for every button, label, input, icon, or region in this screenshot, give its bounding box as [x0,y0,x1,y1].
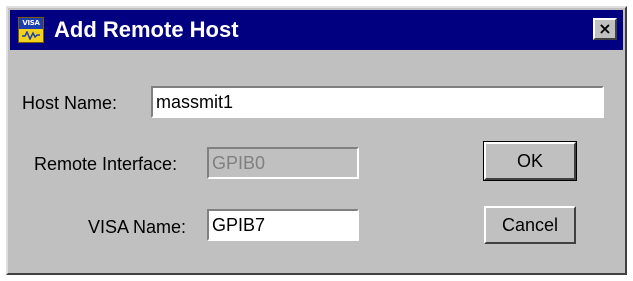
visa-name-label: VISA Name: [88,217,187,237]
visa-name-input[interactable] [207,209,359,241]
cancel-button[interactable]: Cancel [484,206,576,244]
visa-app-icon: VISA [18,17,44,43]
remote-interface-input[interactable] [207,147,359,179]
title-bar[interactable]: VISA Add Remote Host × [10,10,623,50]
add-remote-host-dialog: VISA Add Remote Host × Host Name: Remote… [6,6,627,275]
remote-interface-label: Remote Interface: [34,154,178,174]
dialog-title: Add Remote Host [54,17,239,42]
host-name-input[interactable] [151,86,604,118]
ok-button[interactable]: OK [483,141,577,181]
host-name-label: Host Name: [22,93,118,113]
waveform-icon [22,31,40,40]
close-button[interactable]: × [593,18,617,40]
